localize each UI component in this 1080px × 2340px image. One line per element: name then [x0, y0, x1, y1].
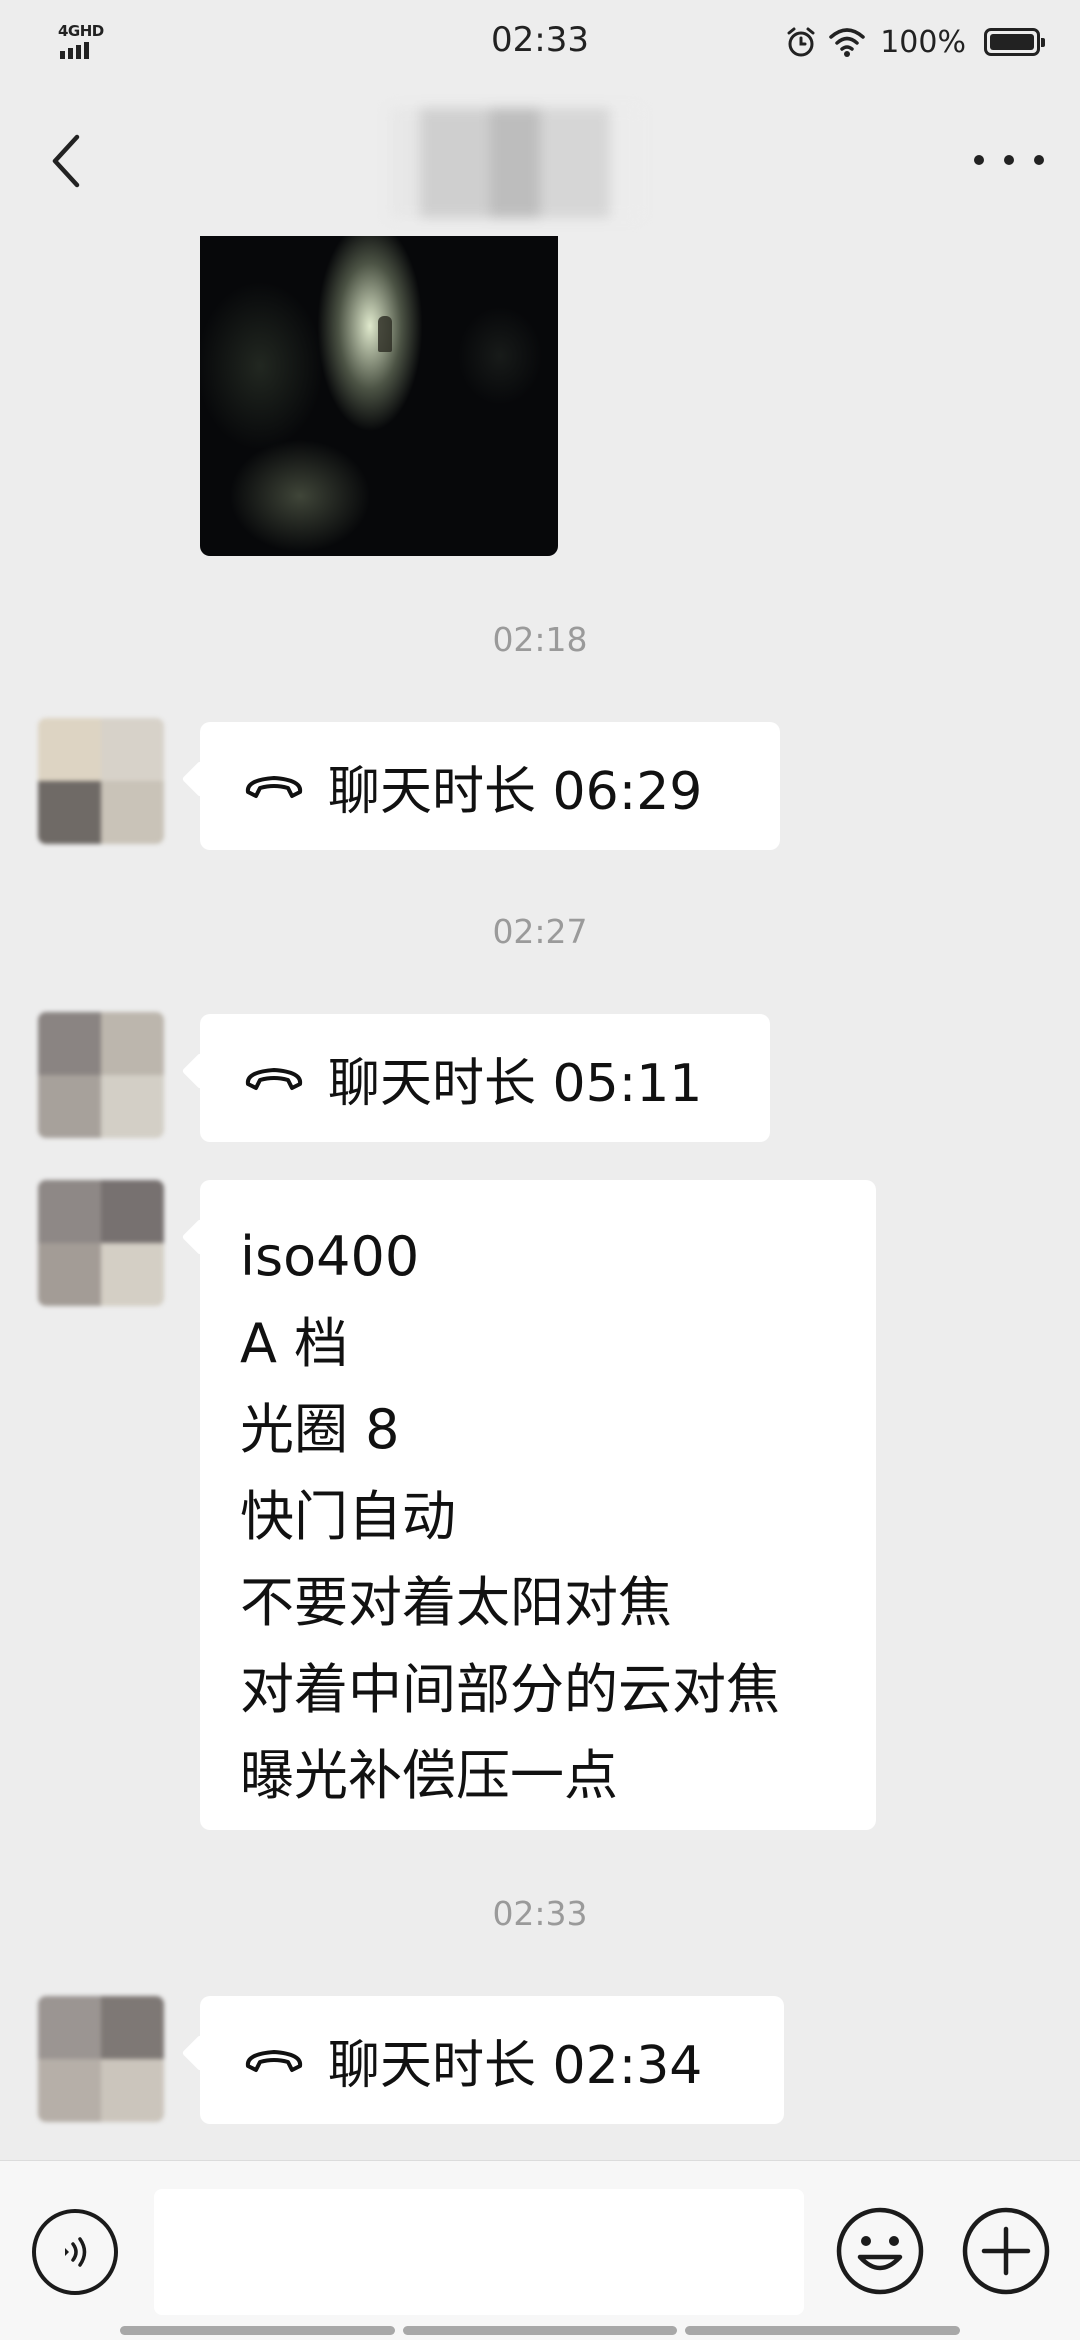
chat-header	[0, 80, 1080, 240]
call-record-bubble[interactable]: 聊天时长 02:34	[200, 1996, 784, 2124]
message-input[interactable]	[154, 2189, 804, 2315]
chevron-left-icon	[52, 134, 80, 188]
timestamp: 02:33	[492, 1894, 588, 1933]
avatar[interactable]	[38, 718, 164, 844]
call-duration: 聊天时长 02:34	[328, 2035, 703, 2096]
call-duration: 聊天时长 06:29	[328, 761, 703, 822]
battery-percent: 100%	[880, 24, 966, 60]
message-line: iso400	[240, 1225, 420, 1288]
message-line: A 档	[240, 1311, 349, 1375]
image-message[interactable]	[200, 236, 558, 556]
emoji-icon[interactable]	[834, 2205, 926, 2297]
avatar[interactable]	[38, 1180, 164, 1306]
more-dot	[1034, 155, 1044, 165]
more-button[interactable]	[974, 150, 1044, 170]
call-duration: 聊天时长 05:11	[328, 1053, 703, 1114]
message-line: 快门自动	[240, 1484, 456, 1548]
call-record-bubble[interactable]: 聊天时长 06:29	[200, 722, 780, 850]
call-record-bubble[interactable]: 聊天时长 05:11	[200, 1014, 770, 1142]
phone-icon	[245, 776, 303, 798]
timestamp: 02:18	[492, 620, 588, 659]
image-content	[200, 236, 558, 556]
more-dot	[1004, 155, 1014, 165]
message-line: 不要对着太阳对焦	[240, 1571, 672, 1634]
status-bar: 4GHD 02:33 100%	[0, 0, 1080, 80]
phone-icon	[245, 1068, 303, 1090]
input-bar	[0, 2160, 1080, 2340]
status-icons: 100%	[784, 22, 1045, 62]
contact-name-redacted[interactable]	[390, 108, 640, 218]
message-line: 曝光补偿压一点	[240, 1744, 618, 1807]
plus-icon[interactable]	[960, 2205, 1052, 2297]
avatar[interactable]	[38, 1996, 164, 2122]
wifi-icon	[829, 28, 865, 57]
voice-icon	[65, 2237, 87, 2267]
more-dots-icon	[974, 155, 984, 165]
avatar[interactable]	[38, 1012, 164, 1138]
timestamp: 02:27	[492, 912, 588, 951]
message-line: 对着中间部分的云对焦	[240, 1657, 780, 1721]
back-button[interactable]	[36, 126, 96, 196]
alarm-icon	[787, 27, 815, 57]
phone-icon	[245, 2050, 303, 2072]
text-message-bubble[interactable]: iso400 A 档 光圈 8 快门自动 不要对着太阳对焦 对着中间部分的云对焦…	[200, 1180, 876, 1830]
voice-button[interactable]	[32, 2209, 118, 2295]
message-line: 光圈 8	[240, 1398, 400, 1461]
battery-icon	[984, 28, 1045, 56]
image-figure	[378, 316, 392, 352]
home-indicator[interactable]	[120, 2326, 961, 2335]
